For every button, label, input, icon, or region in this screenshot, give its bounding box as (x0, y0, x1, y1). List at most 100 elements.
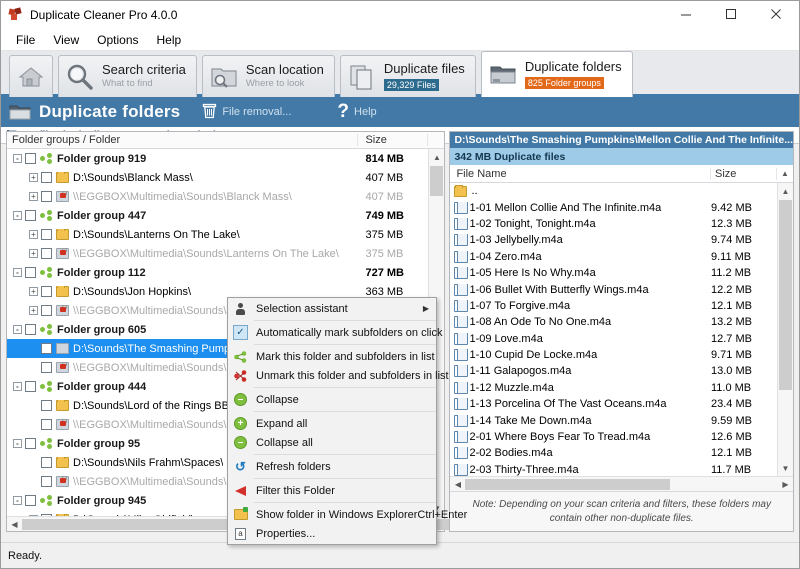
scroll-up-icon[interactable]: ▲ (778, 183, 793, 199)
expand-icon[interactable]: + (29, 230, 38, 239)
mark-checkbox[interactable] (41, 248, 52, 259)
expand-icon[interactable]: + (29, 306, 38, 315)
tab-home[interactable] (9, 55, 53, 97)
folder-row[interactable]: +\\EGGBOX\Multimedia\Sounds\Blanck Mass\… (7, 187, 428, 206)
context-menu-item[interactable]: aProperties... (228, 524, 436, 543)
mark-checkbox[interactable] (41, 476, 52, 487)
folder-group-row[interactable]: -Folder group 447749 MB (7, 206, 428, 225)
tab-search-criteria[interactable]: Search criteria What to find (58, 55, 197, 97)
right-horizontal-scrollbar[interactable]: ◀ ▶ (450, 476, 793, 491)
file-list-item[interactable]: 1-10 Cupid De Locke.m4a9.71 MB (450, 347, 777, 363)
context-menu-item[interactable]: Show folder in Windows ExplorerCtrl+Ente… (228, 505, 436, 524)
column-options-icon[interactable]: ▲ (777, 169, 793, 178)
mark-checkbox[interactable] (41, 457, 52, 468)
menu-help[interactable]: Help (148, 30, 191, 50)
tab-scan-location[interactable]: Scan location Where to look (202, 55, 335, 97)
context-menu-item[interactable]: Mark this folder and subfolders in list (228, 347, 436, 366)
mark-checkbox[interactable] (25, 324, 36, 335)
context-menu-item[interactable]: Filter this Folder (228, 481, 436, 500)
scroll-left-icon[interactable]: ◀ (7, 520, 22, 529)
scroll-right-icon[interactable]: ▶ (778, 480, 793, 489)
file-list-item[interactable]: 1-03 Jellybelly.m4a9.74 MB (450, 232, 777, 248)
context-menu-item[interactable]: Selection assistant▶ (228, 299, 436, 318)
context-menu-item[interactable]: ↺Refresh folders (228, 457, 436, 476)
context-menu-item[interactable]: –Collapse (228, 390, 436, 409)
folder-row[interactable]: +D:\Sounds\Lanterns On The Lake\375 MB (7, 225, 428, 244)
file-list-item[interactable]: 1-06 Bullet With Butterfly Wings.m4a12.2… (450, 281, 777, 297)
mark-checkbox[interactable] (25, 438, 36, 449)
scroll-thumb[interactable] (779, 200, 792, 390)
file-list-item[interactable]: 2-03 Thirty-Three.m4a11.7 MB (450, 462, 777, 476)
collapse-icon[interactable]: - (13, 325, 22, 334)
file-list-item[interactable]: 1-13 Porcelina Of The Vast Oceans.m4a23.… (450, 396, 777, 412)
file-list-item[interactable]: 2-01 Where Boys Fear To Tread.m4a12.6 MB (450, 429, 777, 445)
folder-row[interactable]: +D:\Sounds\Blanck Mass\407 MB (7, 168, 428, 187)
mark-checkbox[interactable] (25, 267, 36, 278)
column-folder-groups[interactable]: Folder groups / Folder (7, 134, 358, 146)
menu-options[interactable]: Options (88, 30, 147, 50)
folder-row[interactable]: +\\EGGBOX\Multimedia\Sounds\Lanterns On … (7, 244, 428, 263)
file-list-item[interactable]: 1-05 Here Is No Why.m4a11.2 MB (450, 265, 777, 281)
file-list-item[interactable]: 1-12 Muzzle.m4a11.0 MB (450, 380, 777, 396)
file-list-item[interactable]: 2-02 Bodies.m4a12.1 MB (450, 445, 777, 461)
tab-duplicate-folders[interactable]: Duplicate folders 825 Folder groups (481, 51, 633, 97)
scroll-left-icon[interactable]: ◀ (450, 480, 465, 489)
collapse-icon[interactable]: - (13, 154, 22, 163)
expand-icon[interactable]: + (29, 192, 38, 201)
mark-checkbox[interactable] (41, 343, 52, 354)
expand-icon[interactable]: + (29, 287, 38, 296)
close-button[interactable] (754, 1, 799, 29)
collapse-icon[interactable]: - (13, 382, 22, 391)
file-removal-button[interactable]: File removal... (202, 102, 291, 122)
mark-checkbox[interactable] (41, 400, 52, 411)
column-file-size[interactable]: Size (711, 168, 777, 180)
maximize-button[interactable] (709, 1, 754, 29)
menu-file[interactable]: File (7, 30, 44, 50)
mark-checkbox[interactable] (41, 229, 52, 240)
context-menu-item[interactable]: +Expand all (228, 414, 436, 433)
mark-checkbox[interactable] (41, 286, 52, 297)
mark-checkbox[interactable] (41, 419, 52, 430)
scroll-up-icon[interactable]: ▲ (429, 149, 444, 165)
file-list[interactable]: ..1-01 Mellon Collie And The Infinite.m4… (450, 183, 777, 476)
file-list-item[interactable]: .. (450, 183, 777, 199)
collapse-icon[interactable]: - (13, 268, 22, 277)
collapse-icon[interactable]: - (13, 496, 22, 505)
scroll-down-icon[interactable]: ▼ (778, 460, 793, 476)
column-file-name[interactable]: File Name (450, 168, 711, 180)
context-menu-item[interactable]: –Collapse all (228, 433, 436, 452)
mark-checkbox[interactable] (41, 362, 52, 373)
expand-icon[interactable]: + (29, 249, 38, 258)
folder-group-row[interactable]: -Folder group 919814 MB (7, 149, 428, 168)
column-size[interactable]: Size (358, 134, 428, 146)
mark-checkbox[interactable] (41, 172, 52, 183)
scroll-thumb[interactable] (430, 166, 443, 196)
menu-view[interactable]: View (44, 30, 88, 50)
mark-checkbox[interactable] (25, 495, 36, 506)
folder-group-row[interactable]: -Folder group 112727 MB (7, 263, 428, 282)
collapse-icon[interactable]: - (13, 439, 22, 448)
right-vertical-scrollbar[interactable]: ▲ ▼ (777, 183, 793, 476)
file-list-item[interactable]: 1-04 Zero.m4a9.11 MB (450, 249, 777, 265)
file-list-item[interactable]: 1-14 Take Me Down.m4a9.59 MB (450, 412, 777, 428)
mark-checkbox[interactable] (41, 305, 52, 316)
help-button[interactable]: ? Help (313, 101, 376, 123)
mark-checkbox[interactable] (25, 381, 36, 392)
file-list-item[interactable]: 1-11 Galapogos.m4a13.0 MB (450, 363, 777, 379)
file-list-item[interactable]: 1-08 An Ode To No One.m4a13.2 MB (450, 314, 777, 330)
minimize-button[interactable] (664, 1, 709, 29)
folder-context-menu[interactable]: Selection assistant▶ ✓Automatically mark … (227, 297, 437, 545)
file-list-item[interactable]: 1-02 Tonight, Tonight.m4a12.3 MB (450, 216, 777, 232)
file-list-item[interactable]: 1-07 To Forgive.m4a12.1 MB (450, 298, 777, 314)
file-list-item[interactable]: 1-09 Love.m4a12.7 MB (450, 331, 777, 347)
context-menu-item[interactable]: ✓Automatically mark subfolders on click (228, 323, 436, 342)
collapse-icon[interactable]: - (13, 211, 22, 220)
mark-checkbox[interactable] (25, 153, 36, 164)
tab-duplicate-files[interactable]: Duplicate files 29,329 Files (340, 55, 476, 97)
context-menu-item[interactable]: Unmark this folder and subfolders in lis… (228, 366, 436, 385)
mark-checkbox[interactable] (25, 210, 36, 221)
file-list-item[interactable]: 1-01 Mellon Collie And The Infinite.m4a9… (450, 199, 777, 215)
mark-checkbox[interactable] (41, 191, 52, 202)
expand-icon[interactable]: + (29, 173, 38, 182)
hscroll-thumb[interactable] (465, 479, 670, 490)
